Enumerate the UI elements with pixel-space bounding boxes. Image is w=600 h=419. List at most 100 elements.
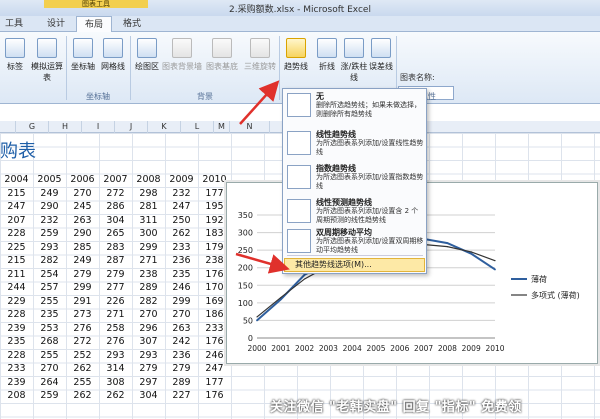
table-cell[interactable]: 253 (33, 322, 66, 335)
table-cell[interactable]: 282 (33, 254, 66, 267)
table-cell[interactable]: 177 (198, 376, 231, 389)
table-cell[interactable]: 259 (33, 227, 66, 240)
table-cell[interactable]: 259 (33, 389, 66, 402)
table-cell[interactable]: 2006 (66, 173, 99, 186)
table-cell[interactable]: 239 (0, 322, 33, 335)
table-cell[interactable]: 235 (0, 335, 33, 348)
menu-item-none[interactable]: 无 删除所选趋势线；如果未做选择，则删除所有趋势线 (283, 89, 426, 127)
table-cell[interactable]: 215 (0, 254, 33, 267)
error-bars-button[interactable]: 误差线 (366, 36, 396, 90)
table-cell[interactable]: 262 (66, 362, 99, 375)
table-cell[interactable]: 2004 (0, 173, 33, 186)
table-cell[interactable]: 228 (0, 308, 33, 321)
table-cell[interactable]: 285 (66, 241, 99, 254)
column-header-k[interactable]: K (148, 121, 181, 133)
column-header-j[interactable]: J (115, 121, 148, 133)
table-cell[interactable]: 273 (66, 308, 99, 321)
table-cell[interactable]: 2007 (99, 173, 132, 186)
table-cell[interactable]: 298 (132, 187, 165, 200)
table-cell[interactable]: 287 (99, 254, 132, 267)
table-cell[interactable]: 236 (165, 349, 198, 362)
table-cell[interactable]: 242 (165, 335, 198, 348)
table-cell[interactable]: 279 (66, 268, 99, 281)
table-cell[interactable]: 286 (99, 200, 132, 213)
table-cell[interactable]: 244 (0, 281, 33, 294)
table-cell[interactable]: 279 (99, 268, 132, 281)
column-header-h[interactable]: H (49, 121, 82, 133)
tab-format[interactable]: 格式 (114, 16, 150, 32)
table-cell[interactable]: 208 (0, 389, 33, 402)
table-cell[interactable]: 262 (165, 227, 198, 240)
menu-item-exponential[interactable]: 指数趋势线 为所选图表系列添加/设置指数趋势线 (283, 161, 426, 199)
table-cell[interactable]: 228 (0, 227, 33, 240)
table-cell[interactable]: 255 (33, 349, 66, 362)
chart-floor-button[interactable]: 图表基底 (204, 36, 240, 90)
trendline-button[interactable]: 趋势线 (281, 36, 311, 90)
table-cell[interactable]: 252 (66, 349, 99, 362)
table-cell[interactable]: 293 (33, 241, 66, 254)
table-cell[interactable]: 254 (33, 268, 66, 281)
table-cell[interactable]: 257 (33, 281, 66, 294)
table-cell[interactable]: 276 (99, 335, 132, 348)
data-table-button[interactable]: 模拟运算表 (30, 36, 64, 90)
table-cell[interactable]: 249 (66, 254, 99, 267)
table-cell[interactable]: 2005 (33, 173, 66, 186)
table-cell[interactable]: 270 (33, 362, 66, 375)
column-header-l[interactable]: L (181, 121, 214, 133)
table-cell[interactable]: 207 (0, 214, 33, 227)
table-cell[interactable]: 249 (33, 187, 66, 200)
table-cell[interactable]: 289 (165, 376, 198, 389)
table-cell[interactable]: 291 (66, 295, 99, 308)
tab-layout[interactable]: 布局 (76, 16, 112, 32)
table-cell[interactable]: 311 (132, 214, 165, 227)
table-cell[interactable]: 238 (132, 268, 165, 281)
table-cell[interactable]: 297 (132, 376, 165, 389)
table-cell[interactable]: 290 (33, 200, 66, 213)
axes-button[interactable]: 坐标轴 (68, 36, 98, 90)
table-cell[interactable]: 229 (0, 295, 33, 308)
table-cell[interactable]: 262 (66, 389, 99, 402)
table-cell[interactable]: 246 (165, 281, 198, 294)
table-cell[interactable]: 255 (33, 295, 66, 308)
table-cell[interactable]: 271 (99, 308, 132, 321)
table-cell[interactable]: 293 (132, 349, 165, 362)
table-cell[interactable]: 255 (66, 376, 99, 389)
table-cell[interactable]: 233 (0, 362, 33, 375)
chart-wall-button[interactable]: 图表背景墙 (162, 36, 202, 90)
column-header-n[interactable]: N (230, 121, 270, 133)
menu-item-linear[interactable]: 线性趋势线 为所选图表系列添加/设置线性趋势线 (283, 127, 426, 165)
table-cell[interactable]: 250 (165, 214, 198, 227)
table-cell[interactable]: 225 (0, 241, 33, 254)
table-cell[interactable]: 265 (99, 227, 132, 240)
table-cell[interactable]: 299 (132, 241, 165, 254)
table-cell[interactable]: 270 (132, 308, 165, 321)
table-cell[interactable]: 258 (99, 322, 132, 335)
table-cell[interactable]: 235 (33, 308, 66, 321)
labels-button[interactable]: 标签 (0, 36, 30, 90)
table-cell[interactable]: 228 (0, 349, 33, 362)
table-cell[interactable]: 282 (132, 295, 165, 308)
table-cell[interactable]: 211 (0, 268, 33, 281)
table-cell[interactable]: 233 (165, 241, 198, 254)
table-cell[interactable]: 281 (132, 200, 165, 213)
table-cell[interactable]: 299 (165, 295, 198, 308)
table-cell[interactable]: 293 (99, 349, 132, 362)
table-cell[interactable]: 215 (0, 187, 33, 200)
table-cell[interactable]: 247 (165, 200, 198, 213)
table-cell[interactable]: 245 (66, 200, 99, 213)
table-cell[interactable]: 2009 (165, 173, 198, 186)
table-cell[interactable]: 263 (165, 322, 198, 335)
table-cell[interactable]: 276 (66, 322, 99, 335)
table-cell[interactable]: 304 (99, 214, 132, 227)
column-header-i[interactable]: I (82, 121, 115, 133)
tab-design[interactable]: 设计 (38, 16, 74, 32)
table-cell[interactable]: 227 (165, 389, 198, 402)
table-cell[interactable]: 270 (66, 187, 99, 200)
table-cell[interactable]: 296 (132, 322, 165, 335)
table-cell[interactable]: 226 (99, 295, 132, 308)
table-cell[interactable]: 263 (66, 214, 99, 227)
table-cell[interactable]: 304 (132, 389, 165, 402)
table-cell[interactable]: 232 (33, 214, 66, 227)
column-header-m[interactable]: M (214, 121, 230, 133)
plot-area-button[interactable]: 绘图区 (132, 36, 162, 90)
